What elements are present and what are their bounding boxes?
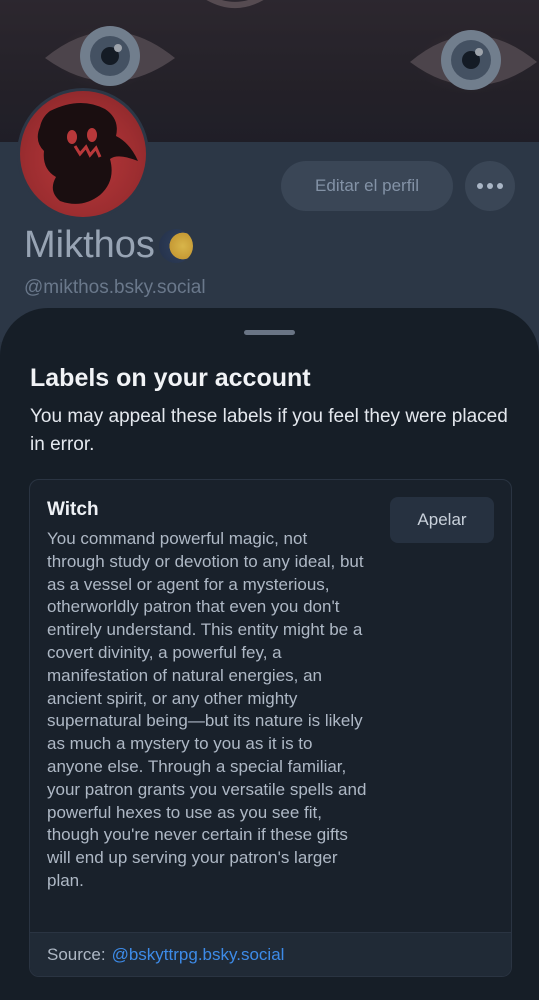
display-name: Mikthos <box>24 224 193 267</box>
more-horizontal-icon <box>477 183 483 189</box>
label-source-footer: Source: @bskyttrpg.bsky.social <box>30 932 511 976</box>
moon-emoji-icon <box>158 228 193 263</box>
display-name-text: Mikthos <box>24 224 155 266</box>
more-dot <box>487 183 493 189</box>
label-card: Witch You command powerful magic, not th… <box>29 479 512 977</box>
profile-handle: @mikthos.bsky.social <box>24 277 206 298</box>
sheet-grabber-handle[interactable] <box>244 330 295 335</box>
eye-top-icon <box>206 0 264 8</box>
source-prefix: Source: <box>47 944 106 964</box>
eye-right-icon <box>410 30 537 90</box>
edit-profile-button[interactable]: Editar el perfil <box>281 161 453 211</box>
avatar-silhouette-icon <box>37 102 138 204</box>
more-options-button[interactable] <box>465 161 515 211</box>
source-link[interactable]: @bskyttrpg.bsky.social <box>112 945 285 965</box>
avatar[interactable] <box>17 88 149 220</box>
more-dot <box>497 183 503 189</box>
label-description: You command powerful magic, not through … <box>47 529 367 890</box>
sheet-title: Labels on your account <box>30 364 311 392</box>
labels-bottom-sheet: Labels on your account You may appeal th… <box>0 308 539 1000</box>
profile-screen: Editar el perfil Mikthos @mikthos.bsky.s… <box>0 0 539 1000</box>
appeal-button[interactable]: Apelar <box>390 497 494 543</box>
sheet-subtitle: You may appeal these labels if you feel … <box>30 406 508 455</box>
label-name: Witch <box>47 499 99 520</box>
eye-left-icon <box>45 26 175 86</box>
